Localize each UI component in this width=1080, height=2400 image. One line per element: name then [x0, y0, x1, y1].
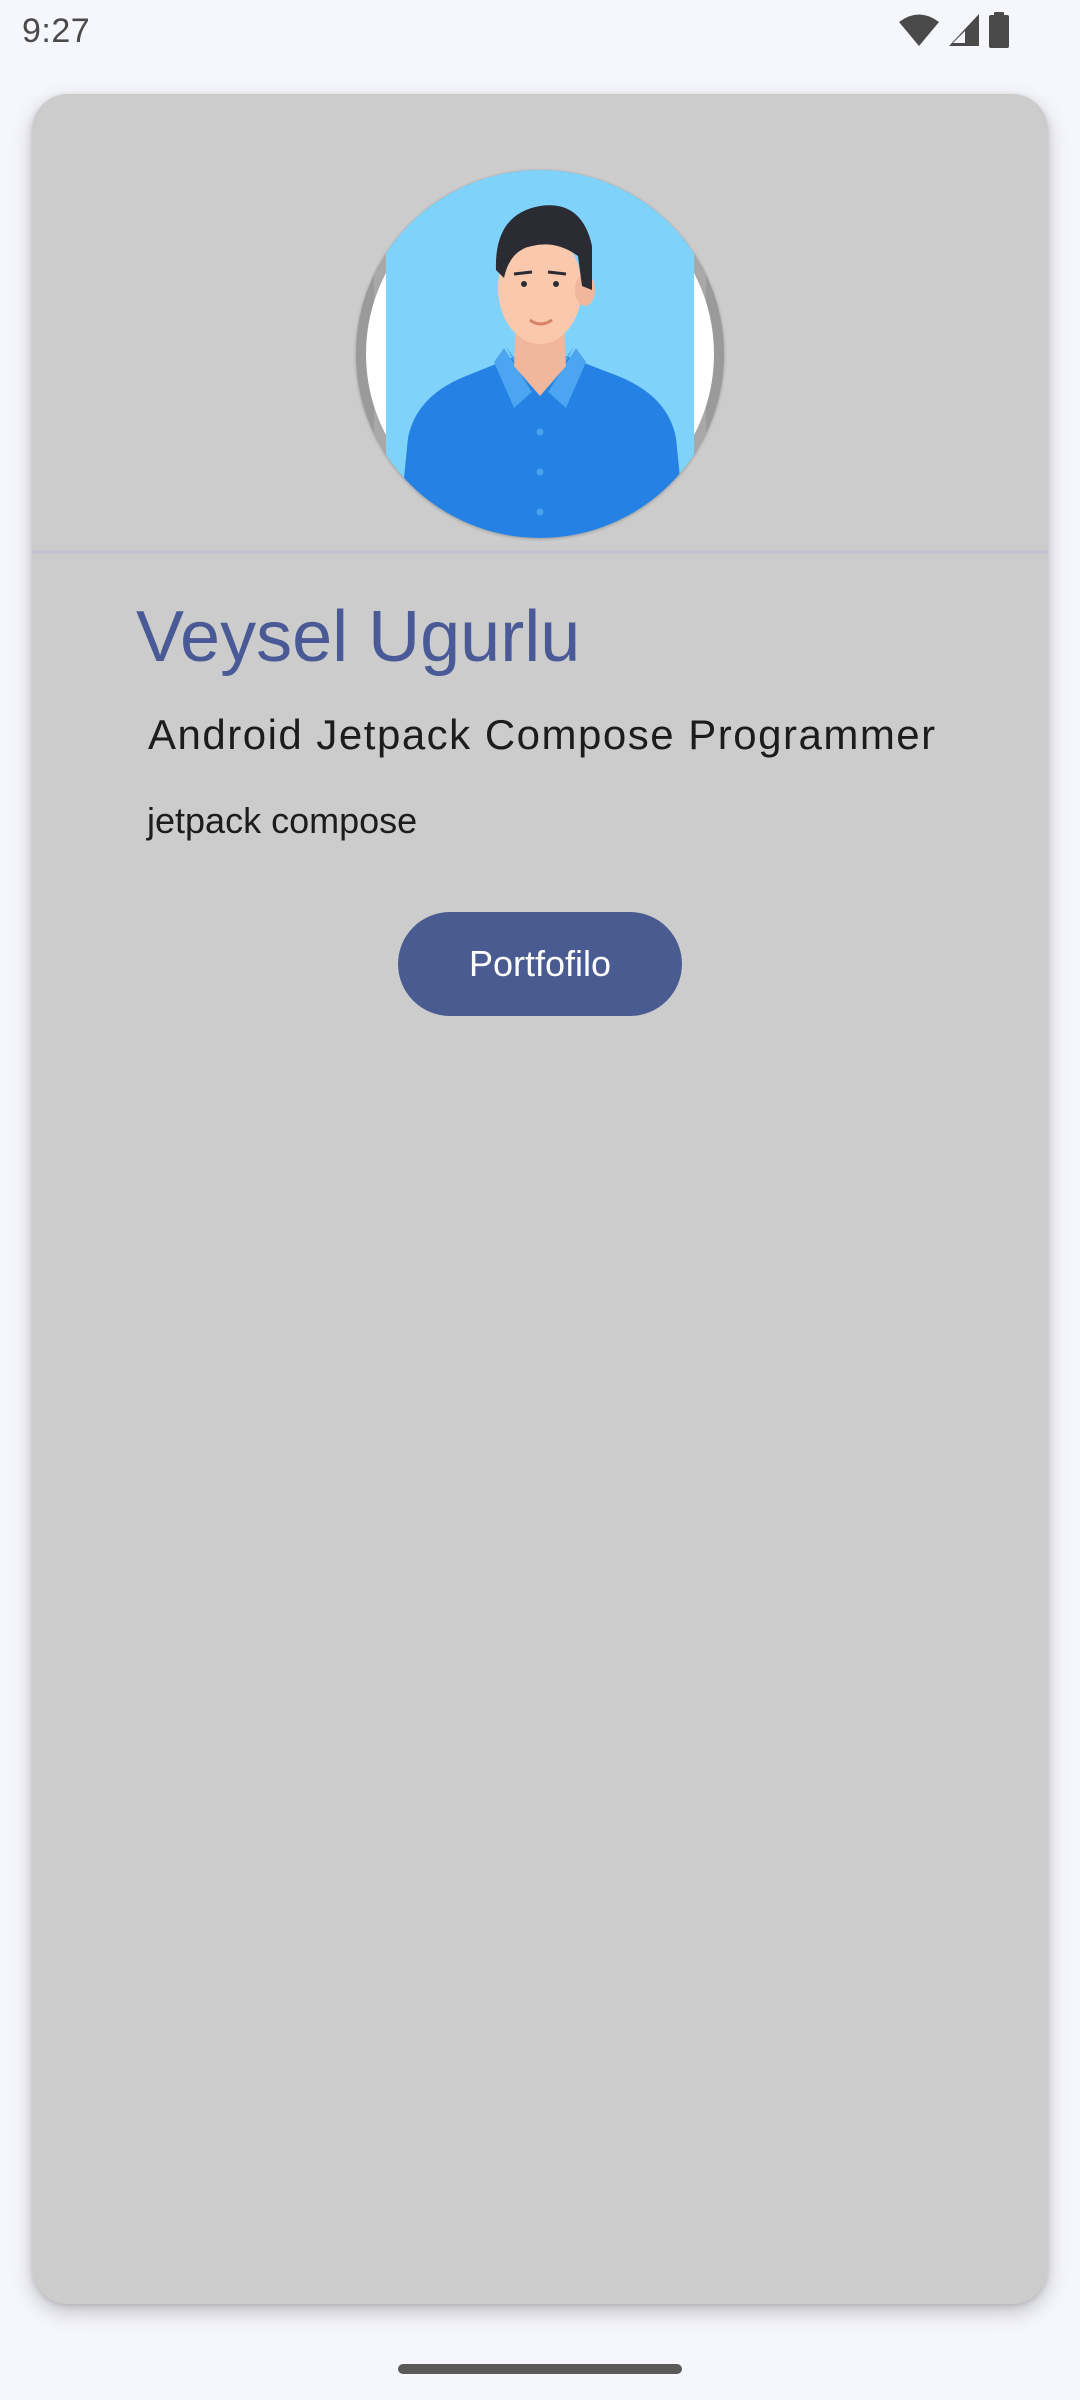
- profile-card: Veysel Ugurlu Android Jetpack Compose Pr…: [32, 94, 1048, 2304]
- status-icons: [898, 11, 1010, 53]
- home-gesture-handle[interactable]: [398, 2364, 682, 2374]
- status-time: 9:27: [22, 12, 91, 50]
- portfolio-button-label: Portfofilo: [468, 943, 612, 984]
- cell-signal-icon: [948, 13, 980, 52]
- battery-icon: [988, 11, 1010, 53]
- portfolio-button[interactable]: Portfofilo: [398, 912, 682, 1016]
- profile-name: Veysel Ugurlu: [136, 597, 581, 677]
- navigation-bar: [0, 2334, 1080, 2400]
- status-bar: 9:27: [0, 0, 1080, 64]
- divider: [32, 550, 1048, 554]
- avatar: [356, 170, 724, 538]
- avatar-illustration: [356, 170, 724, 538]
- profile-tagline: jetpack compose: [147, 800, 418, 841]
- wifi-icon: [898, 13, 940, 52]
- profile-title: Android Jetpack Compose Programmer: [148, 711, 937, 758]
